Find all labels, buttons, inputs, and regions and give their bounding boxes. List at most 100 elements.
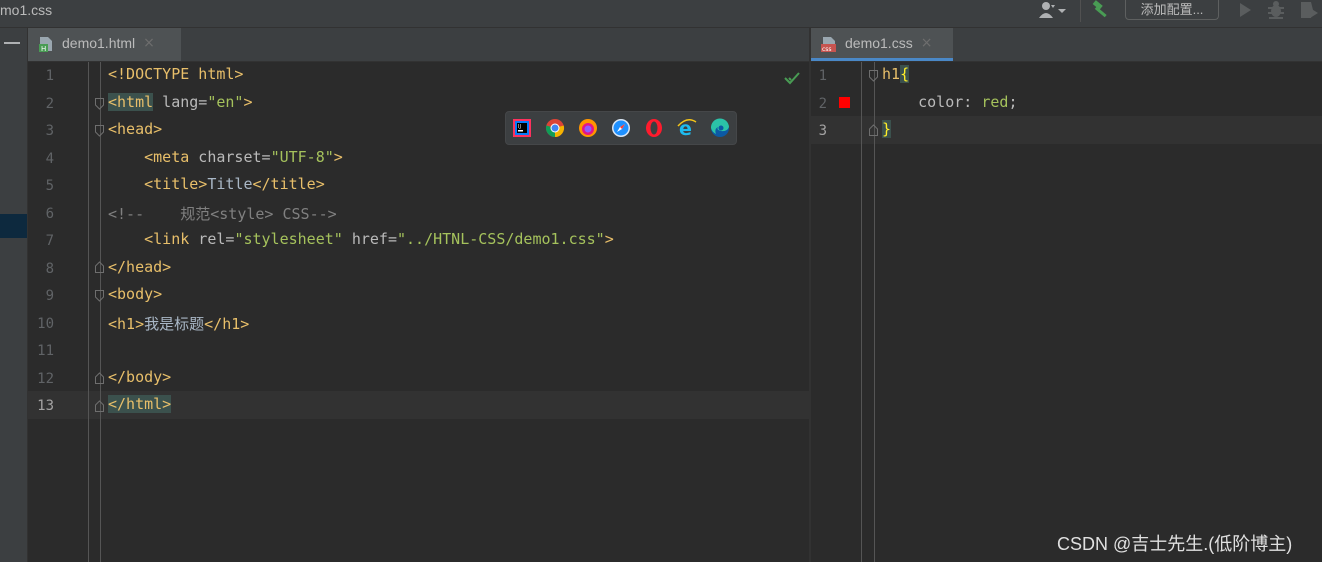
css-property: color: [918, 93, 964, 111]
css-brace-open: {: [900, 65, 910, 83]
code-line-1[interactable]: <!DOCTYPE html>: [108, 65, 243, 83]
fold-close-icon[interactable]: [95, 261, 104, 273]
tag-close: >: [333, 148, 343, 166]
css-editor[interactable]: 1 2 3 h1{ color: red; }: [811, 62, 1322, 562]
css-line-3[interactable]: }: [882, 120, 892, 138]
tag-open: <h1>: [108, 315, 145, 333]
intellij-icon[interactable]: IJ: [512, 118, 532, 138]
svg-text:IJ: IJ: [518, 124, 521, 130]
line-number: 2: [45, 96, 54, 112]
tab-label: demo1.css: [845, 35, 913, 51]
window-title: mo1.css: [0, 2, 53, 18]
code-line-12[interactable]: </body>: [108, 368, 171, 386]
css-file-icon: css: [821, 34, 839, 53]
tag-open: <link: [144, 230, 190, 248]
user-account-icon[interactable]: [1038, 1, 1072, 19]
css-colon: :: [963, 93, 982, 111]
title-bar: mo1.css 添加配置...: [0, 0, 1322, 28]
color-swatch-red[interactable]: [839, 97, 850, 108]
gutter-separator: [100, 62, 101, 562]
fold-open-icon[interactable]: [95, 125, 104, 137]
css-brace-close: }: [882, 120, 892, 138]
toolbar-separator: [1080, 0, 1081, 22]
ie-icon[interactable]: e: [677, 118, 697, 140]
tag-close: </h1>: [204, 315, 250, 333]
gutter-separator: [874, 62, 875, 562]
no-problems-check-icon[interactable]: [784, 71, 800, 85]
fold-close-icon[interactable]: [869, 124, 878, 136]
code-line-7[interactable]: <link rel="stylesheet" href="../HTNL-CSS…: [108, 230, 614, 248]
tab-label: demo1.html: [62, 35, 136, 51]
tag-open: <html: [108, 93, 154, 111]
line-number: 9: [45, 288, 54, 304]
close-tab-icon[interactable]: ×: [143, 35, 155, 51]
html-editor[interactable]: 1 2 3 4 5 6 7 8 9 10 11 12 13 <!DOCTYPE …: [28, 62, 809, 562]
selected-tool-marker[interactable]: [0, 214, 27, 238]
fold-open-icon[interactable]: [95, 290, 104, 302]
tag-close: </title>: [252, 175, 325, 193]
code-line-5[interactable]: <title>Title</title>: [108, 175, 325, 193]
line-number: 2: [818, 96, 827, 112]
tag: </body>: [108, 368, 172, 386]
comment: <!-- 规范<style> CSS-->: [108, 205, 337, 223]
code-line-2[interactable]: <html lang="en">: [108, 93, 253, 111]
line-number: 7: [45, 233, 54, 249]
opera-icon[interactable]: [644, 118, 664, 138]
code-line-8[interactable]: </head>: [108, 258, 171, 276]
code-line-4[interactable]: <meta charset="UTF-8">: [108, 148, 343, 166]
code-line-9[interactable]: <body>: [108, 285, 162, 303]
code-line-13[interactable]: </html>: [108, 395, 172, 413]
open-in-browser-toolbar: IJ e: [505, 111, 737, 145]
tag-open: <title>: [144, 175, 208, 193]
fold-close-icon[interactable]: [95, 372, 104, 384]
code-line-6[interactable]: <!-- 规范<style> CSS-->: [108, 203, 337, 224]
close-tab-icon[interactable]: ×: [921, 35, 933, 51]
fold-open-icon[interactable]: [869, 70, 878, 82]
attr-value: "UTF-8": [270, 148, 334, 166]
fold-guide: [88, 62, 89, 562]
line-number-current: 3: [818, 123, 827, 139]
fold-open-icon[interactable]: [95, 98, 104, 110]
debug-icon[interactable]: [1266, 0, 1286, 20]
watermark: CSDN @吉士先生.(低阶博主): [1057, 534, 1293, 554]
code-line-10[interactable]: <h1>我是标题</h1>: [108, 313, 249, 334]
text: Title: [207, 175, 253, 193]
line-number: 5: [45, 178, 54, 194]
tag-close: >: [243, 93, 253, 111]
run-with-coverage-icon[interactable]: [1298, 0, 1320, 20]
attr-value: "en": [207, 93, 244, 111]
attr-name: href=: [342, 230, 397, 248]
attr-name: rel=: [189, 230, 235, 248]
build-hammer-icon[interactable]: [1090, 0, 1112, 20]
tab-demo1-html[interactable]: H demo1.html ×: [28, 28, 181, 61]
edge-icon[interactable]: [710, 118, 730, 138]
doctype: <!DOCTYPE html>: [108, 65, 244, 83]
tab-demo1-css[interactable]: css demo1.css ×: [811, 28, 953, 61]
tag: <head>: [108, 120, 163, 138]
project-tool-stripe: [0, 28, 28, 562]
css-line-1[interactable]: h1{: [882, 65, 910, 83]
firefox-icon[interactable]: [578, 118, 598, 138]
run-icon[interactable]: [1236, 1, 1254, 19]
tag-open: <meta: [144, 148, 190, 166]
css-line-2[interactable]: color: red;: [882, 93, 1017, 111]
line-number: 11: [37, 343, 54, 359]
svg-text:H: H: [41, 45, 46, 52]
minimize-icon[interactable]: [4, 42, 20, 44]
tag: </head>: [108, 258, 172, 276]
line-number: 12: [37, 371, 54, 387]
fold-close-icon[interactable]: [95, 400, 104, 412]
attr-value: "../HTNL-CSS/demo1.css": [397, 230, 605, 248]
safari-icon[interactable]: [611, 118, 631, 138]
chrome-icon[interactable]: [545, 118, 565, 138]
line-number: 10: [37, 316, 54, 332]
css-selector: h1: [882, 65, 901, 83]
line-number: 8: [45, 261, 54, 277]
code-line-3[interactable]: <head>: [108, 120, 162, 138]
html-file-icon: H: [38, 34, 56, 53]
add-configuration-button[interactable]: 添加配置...: [1125, 0, 1219, 20]
